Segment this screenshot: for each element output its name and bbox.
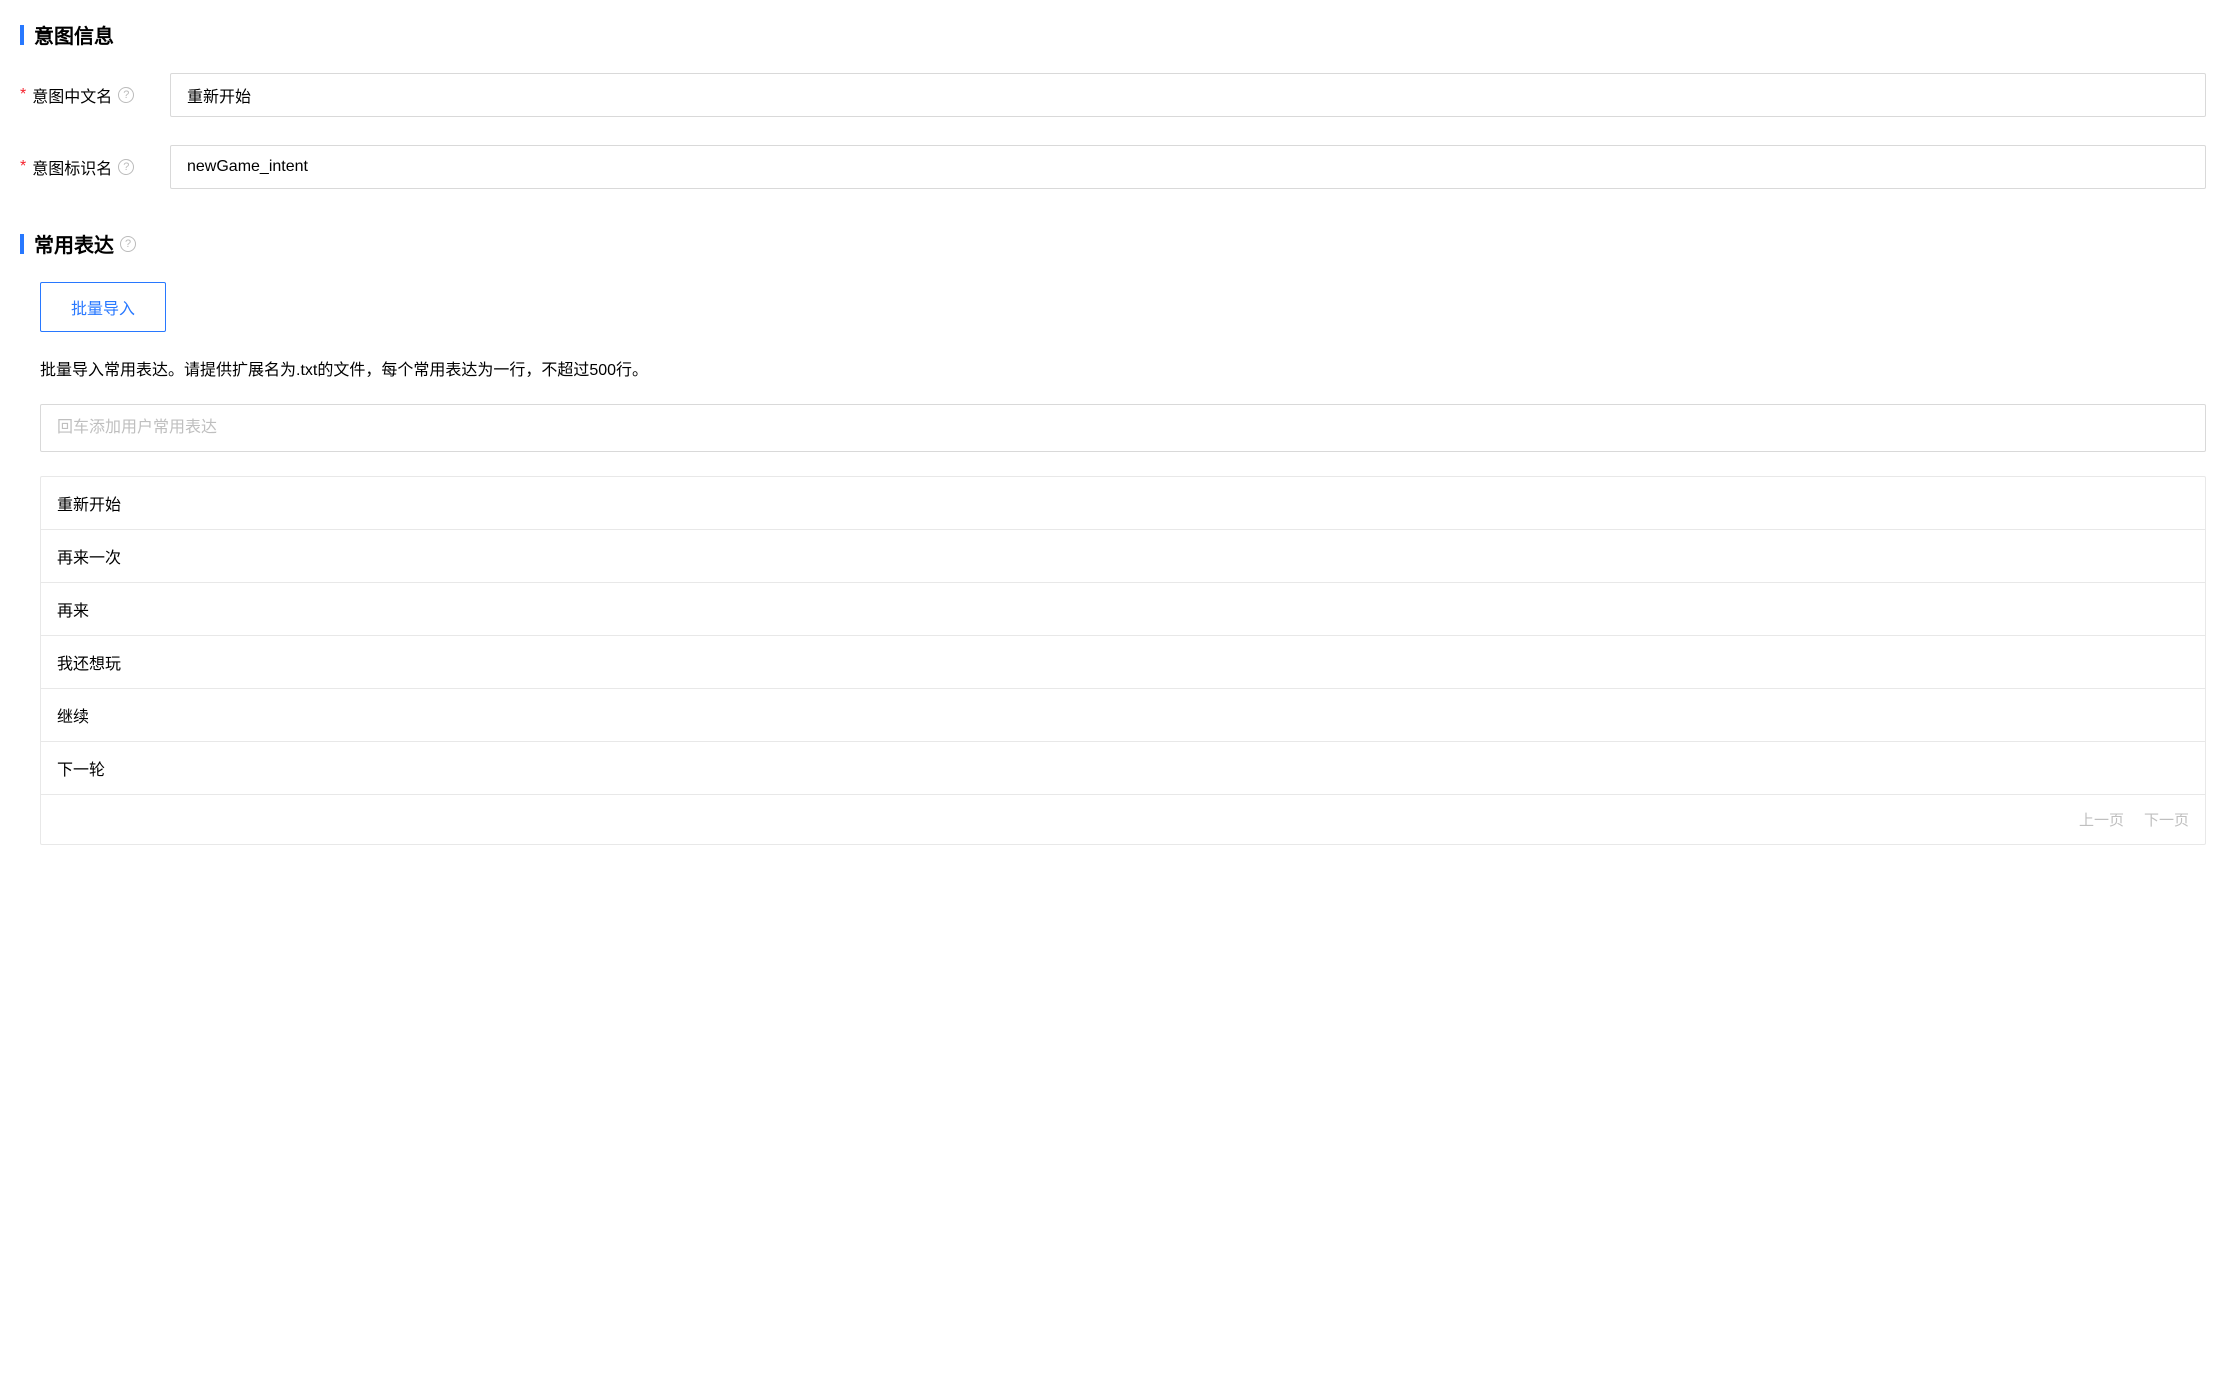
intent-cn-name-input[interactable] [170,73,2206,117]
section-bar [20,25,24,45]
list-item[interactable]: 下一轮 [41,742,2205,795]
section-expressions-title: 常用表达 [34,229,114,258]
list-item[interactable]: 重新开始 [41,477,2205,530]
batch-import-button[interactable]: 批量导入 [40,282,166,332]
expression-input[interactable] [40,404,2206,452]
pagination-row: 上一页 下一页 [41,795,2205,844]
import-hint-text: 批量导入常用表达。请提供扩展名为.txt的文件，每个常用表达为一行，不超过500… [40,356,2206,380]
help-icon[interactable]: ? [120,236,136,252]
prev-page-link[interactable]: 上一页 [2079,809,2124,830]
list-item[interactable]: 再来一次 [41,530,2205,583]
form-label-wrap: * 意图中文名 ? [20,83,170,107]
form-row-intent-id-name: * 意图标识名 ? [20,145,2206,189]
section-intent-info-title: 意图信息 [34,20,114,49]
intent-id-name-input[interactable] [170,145,2206,189]
section-expressions-header: 常用表达 ? [20,229,2206,258]
list-item[interactable]: 我还想玩 [41,636,2205,689]
list-item[interactable]: 再来 [41,583,2205,636]
section-intent-info-header: 意图信息 [20,20,2206,49]
form-label-wrap: * 意图标识名 ? [20,155,170,179]
form-row-intent-cn-name: * 意图中文名 ? [20,73,2206,117]
help-icon[interactable]: ? [118,159,134,175]
section-bar [20,234,24,254]
intent-cn-name-label: 意图中文名 [32,83,112,107]
next-page-link[interactable]: 下一页 [2144,809,2189,830]
help-icon[interactable]: ? [118,87,134,103]
list-item[interactable]: 继续 [41,689,2205,742]
expression-list: 重新开始 再来一次 再来 我还想玩 继续 下一轮 上一页 下一页 [40,476,2206,845]
required-star: * [20,158,26,176]
intent-id-name-label: 意图标识名 [32,155,112,179]
required-star: * [20,86,26,104]
